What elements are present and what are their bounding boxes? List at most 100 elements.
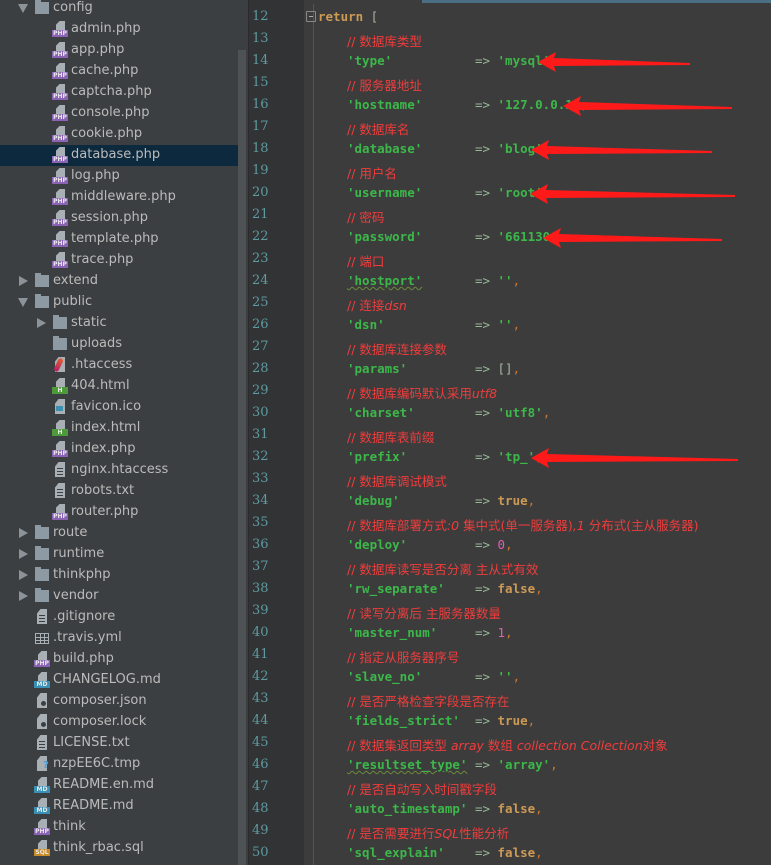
code-token: => <box>422 669 498 684</box>
tree-file[interactable]: composer.json <box>0 691 238 712</box>
tree-file[interactable]: PHP log.php <box>0 166 238 187</box>
tree-file[interactable]: PHP database.php <box>0 145 238 166</box>
tree-folder[interactable]: thinkphp <box>0 565 238 586</box>
code-line[interactable]: 16 'hostname' => '127.0.0.1', <box>248 94 771 116</box>
chevron-down-icon[interactable] <box>18 4 28 13</box>
chevron-right-icon[interactable] <box>19 591 28 601</box>
tree-file[interactable]: PHP captcha.php <box>0 82 238 103</box>
tree-folder[interactable]: uploads <box>0 334 238 355</box>
tree-file[interactable]: ? nzpEE6C.tmp <box>0 754 238 775</box>
tree-file[interactable]: PHP app.php <box>0 40 238 61</box>
tree-file[interactable]: MD README.md <box>0 796 238 817</box>
code-line[interactable]: 41 // 指定从服务器序号 <box>248 644 771 666</box>
tree-folder[interactable]: public <box>0 292 238 313</box>
code-line[interactable]: 49 // 是否需要进行SQL性能分析 <box>248 820 771 842</box>
tree-folder[interactable]: route <box>0 523 238 544</box>
yml-file-icon <box>34 630 50 647</box>
code-line[interactable]: 23 // 端口 <box>248 248 771 270</box>
tree-file[interactable]: PHP console.php <box>0 103 238 124</box>
tree-file[interactable]: PHP middleware.php <box>0 187 238 208</box>
code-line[interactable]: 47 // 是否自动写入时间戳字段 <box>248 776 771 798</box>
line-number: 48 <box>252 801 269 816</box>
code-line[interactable]: 39 // 读写分离后 主服务器数量 <box>248 600 771 622</box>
tree-file[interactable]: .gitignore <box>0 607 238 628</box>
code-line[interactable]: 18 'database' => 'blog', <box>248 138 771 160</box>
code-text: // 读写分离后 主服务器数量 <box>347 603 501 622</box>
fold-toggle-icon[interactable] <box>306 11 316 22</box>
code-line[interactable]: 13 // 数据库类型 <box>248 28 771 50</box>
code-line[interactable]: 33 // 数据库调试模式 <box>248 468 771 490</box>
tree-item-label: 404.html <box>71 378 130 393</box>
tree-file[interactable]: MD README.en.md <box>0 775 238 796</box>
code-line[interactable]: 19 // 用户名 <box>248 160 771 182</box>
code-line[interactable]: 20 'username' => 'root', <box>248 182 771 204</box>
tree-file[interactable]: .travis.yml <box>0 628 238 649</box>
code-line[interactable]: 22 'password' => '661130' <box>248 226 771 248</box>
code-line[interactable]: 17 // 数据库名 <box>248 116 771 138</box>
tree-file[interactable]: PHP cookie.php <box>0 124 238 145</box>
code-line[interactable]: 12 return [ <box>248 6 771 28</box>
tree-file[interactable]: PHP admin.php <box>0 19 238 40</box>
code-line[interactable]: 37 // 数据库读写是否分离 主从式有效 <box>248 556 771 578</box>
code-line[interactable]: 48 'auto_timestamp' => false, <box>248 798 771 820</box>
code-line[interactable]: 14 'type' => 'mysql', <box>248 50 771 72</box>
code-line[interactable]: 50 'sql_explain' => false, <box>248 842 771 864</box>
tree-file[interactable]: favicon.ico <box>0 397 238 418</box>
tree-file[interactable]: PHP template.php <box>0 229 238 250</box>
tree-file[interactable]: PHP think <box>0 817 238 838</box>
tree-file[interactable]: PHP index.php <box>0 439 238 460</box>
tree-file[interactable]: PHP trace.php <box>0 250 238 271</box>
code-line[interactable]: 21 // 密码 <box>248 204 771 226</box>
code-line[interactable]: 25 // 连接dsn <box>248 292 771 314</box>
chevron-down-icon[interactable] <box>18 298 28 307</box>
code-token: 'master_num' <box>347 625 438 640</box>
tree-file[interactable]: MD CHANGELOG.md <box>0 670 238 691</box>
chevron-right-icon[interactable] <box>19 276 28 286</box>
tree-file[interactable]: robots.txt <box>0 481 238 502</box>
chevron-right-icon[interactable] <box>19 528 28 538</box>
code-line[interactable]: 35 // 数据库部署方式:0 集中式(单一服务器),1 分布式(主从服务器) <box>248 512 771 534</box>
tree-file[interactable]: PHP cache.php <box>0 61 238 82</box>
tree-file[interactable]: H 404.html <box>0 376 238 397</box>
tree-file[interactable]: PHP router.php <box>0 502 238 523</box>
code-line[interactable]: 38 'rw_separate' => false, <box>248 578 771 600</box>
tree-file[interactable]: PHP session.php <box>0 208 238 229</box>
code-line[interactable]: 15 // 服务器地址 <box>248 72 771 94</box>
code-line[interactable]: 34 'debug' => true, <box>248 490 771 512</box>
unknown-file-icon: ? <box>34 756 50 773</box>
tree-file[interactable]: composer.lock <box>0 712 238 733</box>
code-line[interactable]: 27 // 数据库连接参数 <box>248 336 771 358</box>
code-line[interactable]: 26 'dsn' => '', <box>248 314 771 336</box>
code-line[interactable]: 46 'resultset_type' => 'array', <box>248 754 771 776</box>
line-number: 19 <box>252 163 269 178</box>
code-line[interactable]: 43 // 是否严格检查字段是否存在 <box>248 688 771 710</box>
code-line[interactable]: 42 'slave_no' => '', <box>248 666 771 688</box>
code-line[interactable]: 45 // 数据集返回类型 array 数组 collection Collect… <box>248 732 771 754</box>
code-line[interactable]: 36 'deploy' => 0, <box>248 534 771 556</box>
code-line[interactable]: 30 'charset' => 'utf8', <box>248 402 771 424</box>
code-line[interactable]: 32 'prefix' => 'tp_', <box>248 446 771 468</box>
code-line[interactable]: 44 'fields_strict' => true, <box>248 710 771 732</box>
code-line[interactable]: 24 'hostport' => '', <box>248 270 771 292</box>
tree-folder[interactable]: config <box>0 0 238 19</box>
code-line[interactable]: 40 'master_num' => 1, <box>248 622 771 644</box>
tree-folder[interactable]: vendor <box>0 586 238 607</box>
tree-file[interactable]: nginx.htaccess <box>0 460 238 481</box>
tree-folder[interactable]: static <box>0 313 238 334</box>
tree-file[interactable]: PHP build.php <box>0 649 238 670</box>
code-line[interactable]: 28 'params' => [], <box>248 358 771 380</box>
chevron-right-icon[interactable] <box>19 570 28 580</box>
code-token: 'utf8' <box>497 405 543 420</box>
tree-file[interactable]: Hindex.html <box>0 418 238 439</box>
tree-folder[interactable]: extend <box>0 271 238 292</box>
tree-file[interactable]: LICENSE.txt <box>0 733 238 754</box>
tree-folder[interactable]: runtime <box>0 544 238 565</box>
chevron-right-icon[interactable] <box>37 318 46 328</box>
code-line[interactable]: 31 // 数据库表前缀 <box>248 424 771 446</box>
chevron-right-icon[interactable] <box>19 549 28 559</box>
sidebar-scrollbar[interactable] <box>238 50 246 865</box>
code-editor[interactable]: 12 return [13// 数据库类型 14'type' => 'mysql',… <box>248 0 771 865</box>
tree-file[interactable]: .htaccess <box>0 355 238 376</box>
tree-file[interactable]: SQL think_rbac.sql <box>0 838 238 859</box>
code-line[interactable]: 29 // 数据库编码默认采用utf8 <box>248 380 771 402</box>
